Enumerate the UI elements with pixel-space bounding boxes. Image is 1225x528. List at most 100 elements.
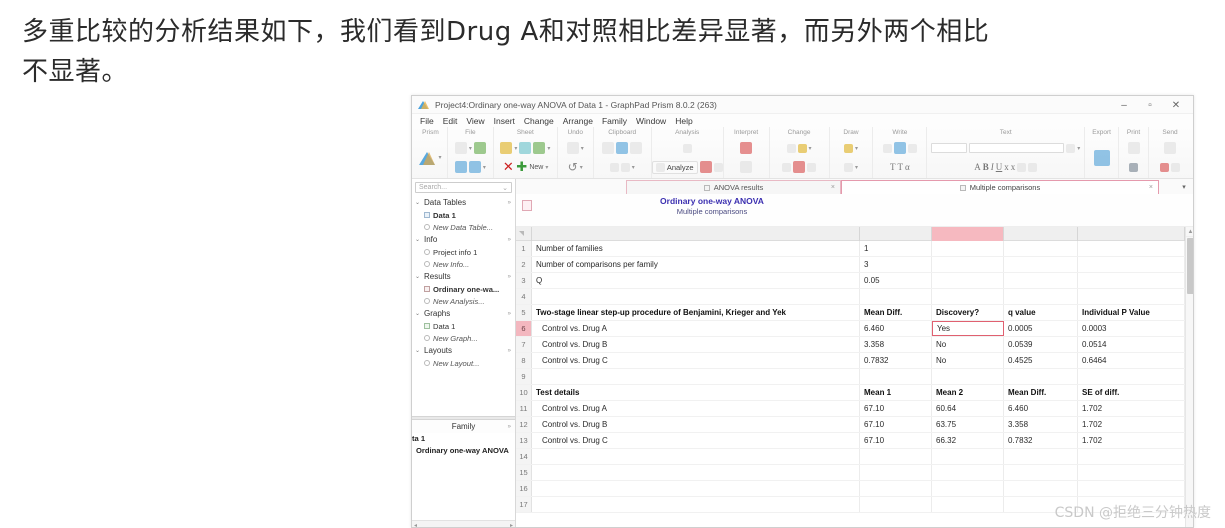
sidebar-item-new-layout[interactable]: New Layout... [412, 357, 515, 369]
cell-col-a[interactable] [860, 497, 932, 512]
cell-col-d[interactable] [1078, 481, 1185, 496]
send-mail-icon[interactable] [1164, 142, 1177, 154]
menu-item-family[interactable]: Family [602, 116, 627, 126]
draw-shape-icon[interactable] [843, 162, 853, 172]
cell-col-a[interactable]: 67.10 [860, 401, 932, 416]
decimal-icon[interactable] [786, 143, 796, 153]
search-input[interactable]: Search... ⌄ [415, 182, 512, 193]
subscript-icon[interactable]: x [1004, 162, 1009, 172]
scroll-left-icon[interactable]: ◂ [414, 522, 417, 528]
row-number[interactable]: 13 [516, 433, 532, 448]
new-sheet-label[interactable]: New [529, 164, 543, 171]
cell-col-b[interactable]: Yes [932, 321, 1004, 336]
cell-col-c[interactable] [1004, 481, 1078, 496]
cell-col-b[interactable] [932, 289, 1004, 304]
cell-col-a[interactable]: 67.10 [860, 433, 932, 448]
chevron-down-icon[interactable]: ▾ [809, 145, 812, 152]
chevron-down-icon[interactable]: ⌄ [502, 184, 508, 192]
write-left-icon[interactable] [882, 143, 892, 153]
row-number[interactable]: 5 [516, 305, 532, 320]
cell-col-d[interactable]: 1.702 [1078, 417, 1185, 432]
menu-item-help[interactable]: Help [675, 116, 692, 126]
underline-icon[interactable]: U [996, 162, 1003, 172]
grid-col-header-c[interactable] [1004, 227, 1078, 241]
table-row[interactable]: 5 Two-stage linear step-up procedure of B… [516, 305, 1185, 321]
table-row[interactable]: 15 [516, 465, 1185, 481]
sidebar-section-graphs[interactable]: ⌄ Graphs » [412, 307, 515, 320]
row-number[interactable]: 17 [516, 497, 532, 512]
table-row[interactable]: 4 [516, 289, 1185, 305]
grid-col-header-b-selected[interactable] [932, 227, 1004, 241]
menu-item-view[interactable]: View [466, 116, 484, 126]
cell-col-b[interactable]: 63.75 [932, 417, 1004, 432]
grid-corner-cell[interactable] [516, 227, 532, 241]
write-box-icon[interactable] [893, 142, 906, 154]
cell-col-a[interactable]: 6.460 [860, 321, 932, 336]
tab-close-icon[interactable]: × [1149, 184, 1153, 191]
align-icon[interactable] [1017, 162, 1027, 172]
row-number[interactable]: 7 [516, 337, 532, 352]
tab-overflow-menu-icon[interactable]: ▾ [1177, 181, 1191, 193]
cell-col-b[interactable] [932, 449, 1004, 464]
minimize-icon[interactable]: – [1111, 97, 1137, 114]
tab-close-icon[interactable]: × [831, 184, 835, 191]
cell-col-d[interactable] [1078, 273, 1185, 288]
paste-icon[interactable] [630, 142, 643, 154]
cell-col-b[interactable]: 66.32 [932, 433, 1004, 448]
sidebar-section-layouts[interactable]: ⌄ Layouts » [412, 344, 515, 357]
sheet-edit-icon[interactable] [500, 142, 513, 154]
cell-col-b[interactable] [932, 369, 1004, 384]
sheet-format-icon[interactable] [533, 142, 546, 154]
grid-col-header-name[interactable] [532, 227, 860, 241]
cell-col-c[interactable]: q value [1004, 305, 1078, 320]
cell-col-a[interactable] [860, 369, 932, 384]
tab-multiple-comparisons[interactable]: Multiple comparisons × [841, 180, 1159, 194]
redo-icon[interactable] [566, 142, 579, 154]
cell-col-d[interactable]: 1.702 [1078, 433, 1185, 448]
table-row[interactable]: 13 Control vs. Drug C 67.10 66.32 0.7832 1.70… [516, 433, 1185, 449]
cell-col-c[interactable] [1004, 449, 1078, 464]
row-number[interactable]: 2 [516, 257, 532, 272]
table-row[interactable]: 12 Control vs. Drug B 67.10 63.75 3.358 1.702 [516, 417, 1185, 433]
cell-col-c[interactable]: 6.460 [1004, 401, 1078, 416]
cell-col-a[interactable]: 1 [860, 241, 932, 256]
cell-col-d[interactable] [1078, 289, 1185, 304]
cell-name[interactable]: Number of families [532, 241, 860, 256]
cell-col-b[interactable] [932, 481, 1004, 496]
sidebar-item-data-1[interactable]: Data 1 [412, 209, 515, 221]
overflow-icon[interactable]: » [508, 237, 511, 243]
chevron-down-icon[interactable]: ⌄ [415, 310, 421, 317]
menu-item-file[interactable]: File [420, 116, 434, 126]
chevron-down-icon[interactable]: ⌄ [415, 236, 421, 243]
cell-col-b[interactable] [932, 497, 1004, 512]
cell-name[interactable]: Control vs. Drug C [532, 353, 860, 368]
copy-icon[interactable] [616, 142, 629, 154]
overflow-icon[interactable]: » [508, 424, 511, 430]
overflow-icon[interactable]: » [508, 311, 511, 317]
cell-col-b[interactable]: 60.64 [932, 401, 1004, 416]
cell-name[interactable] [532, 289, 860, 304]
sidebar-section-data-tables[interactable]: ⌄ Data Tables » [412, 196, 515, 209]
cell-col-c[interactable]: Mean Diff. [1004, 385, 1078, 400]
overflow-icon[interactable]: » [508, 274, 511, 280]
chevron-down-icon[interactable]: ▾ [514, 145, 517, 152]
cell-col-b[interactable]: Discovery? [932, 305, 1004, 320]
send-word-icon[interactable] [1171, 162, 1181, 172]
table-row[interactable]: 14 [516, 449, 1185, 465]
cell-col-a[interactable]: 3.358 [860, 337, 932, 352]
cell-name[interactable]: Control vs. Drug C [532, 433, 860, 448]
tab-anova-results[interactable]: ANOVA results × [626, 180, 841, 194]
cut-icon[interactable] [602, 142, 615, 154]
row-number[interactable]: 10 [516, 385, 532, 400]
cell-col-b[interactable]: Mean 2 [932, 385, 1004, 400]
cell-name[interactable]: Test details [532, 385, 860, 400]
row-number[interactable]: 11 [516, 401, 532, 416]
cell-col-d[interactable]: 0.0003 [1078, 321, 1185, 336]
sidebar-item-new-graph[interactable]: New Graph... [412, 332, 515, 344]
open-file-icon[interactable] [473, 142, 486, 154]
row-number[interactable]: 9 [516, 369, 532, 384]
row-number[interactable]: 4 [516, 289, 532, 304]
row-number[interactable]: 12 [516, 417, 532, 432]
cell-col-a[interactable]: 3 [860, 257, 932, 272]
chevron-down-icon[interactable]: ▾ [855, 145, 858, 152]
